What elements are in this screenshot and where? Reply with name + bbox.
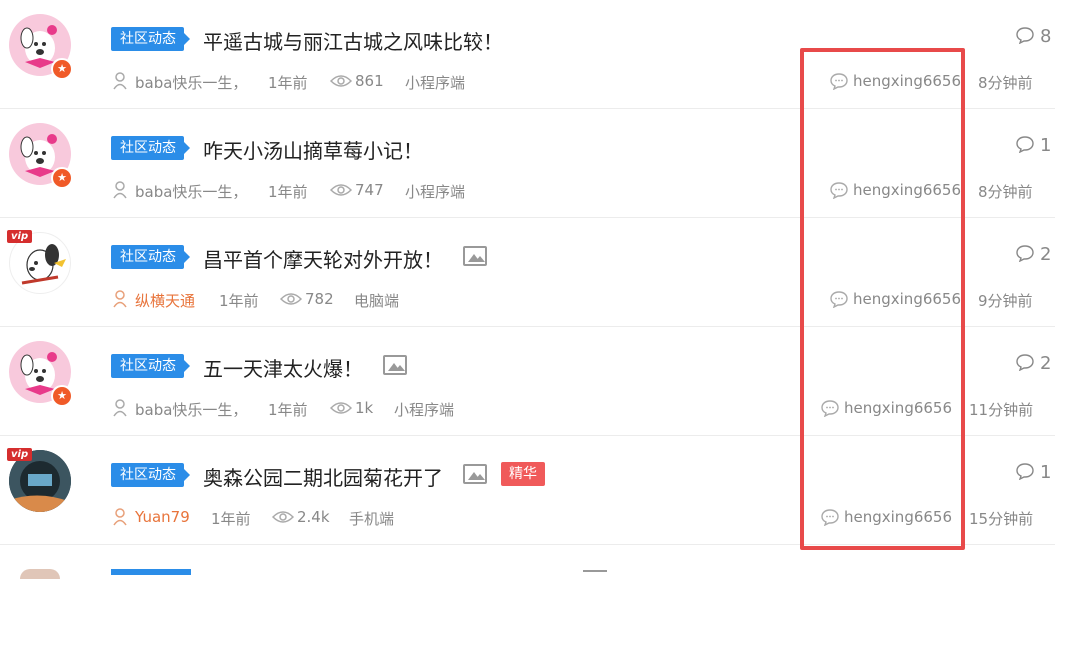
- category-tag[interactable]: 社区动态: [111, 27, 190, 51]
- avatar[interactable]: [20, 569, 60, 579]
- eye-icon: [330, 402, 352, 414]
- user-icon: [113, 290, 127, 308]
- view-count: 782: [305, 290, 334, 308]
- image-icon: [463, 464, 487, 484]
- reply-count: 1: [1040, 135, 1052, 156]
- reply-count-icon: [1016, 245, 1034, 262]
- image-icon: [463, 246, 487, 266]
- topic-title[interactable]: 五一天津太火爆！: [203, 353, 363, 382]
- eye-icon: [280, 293, 302, 305]
- author-name[interactable]: Yuan79: [135, 508, 190, 526]
- post-time: 1年前: [211, 510, 251, 528]
- level-badge-icon: ★: [51, 58, 73, 80]
- view-count: 861: [355, 72, 384, 90]
- level-badge-icon: ★: [51, 385, 73, 407]
- reply-count-icon: [1016, 463, 1034, 480]
- last-reply-time: 8分钟前: [978, 74, 1033, 92]
- post-time: 1年前: [219, 292, 259, 310]
- reply-count: 1: [1040, 462, 1052, 483]
- view-count: 747: [355, 181, 384, 199]
- reply-count-icon: [1016, 136, 1034, 153]
- last-reply-time: 8分钟前: [978, 183, 1033, 201]
- post-time: 1年前: [268, 183, 308, 201]
- category-tag[interactable]: 社区动态: [111, 136, 190, 160]
- view-count: 2.4k: [297, 508, 330, 526]
- reply-count: 2: [1040, 244, 1052, 265]
- image-icon: [383, 355, 407, 375]
- user-icon: [113, 72, 127, 90]
- avatar[interactable]: ★: [9, 341, 73, 407]
- vip-badge: vip: [7, 230, 33, 243]
- view-count: 1k: [355, 399, 374, 417]
- category-tag[interactable]: 社区动态: [111, 245, 190, 269]
- reply-count-icon: [1016, 354, 1034, 371]
- avatar[interactable]: ★: [9, 14, 73, 80]
- category-tag[interactable]: 社区动态: [111, 354, 190, 378]
- highlight-box: [800, 48, 965, 550]
- category-tag[interactable]: [111, 569, 191, 575]
- post-source: 小程序端: [394, 401, 455, 419]
- user-icon: [113, 508, 127, 526]
- eye-icon: [272, 511, 294, 523]
- author-name[interactable]: baba快乐一生，: [135, 399, 247, 420]
- eye-icon: [330, 75, 352, 87]
- vip-badge: vip: [7, 448, 33, 461]
- avatar[interactable]: ★: [9, 123, 73, 189]
- post-source: 电脑端: [354, 292, 400, 310]
- last-reply-time: 11分钟前: [969, 401, 1034, 419]
- last-reply-time: 9分钟前: [978, 292, 1033, 310]
- author-name[interactable]: baba快乐一生，: [135, 72, 247, 93]
- user-icon: [113, 399, 127, 417]
- author-name[interactable]: 纵横天通: [135, 290, 195, 311]
- reply-count: 8: [1040, 26, 1052, 47]
- topic-title[interactable]: 平遥古城与丽江古城之风味比较！: [203, 26, 503, 55]
- topic-title[interactable]: 咋天小汤山摘草莓小记！: [203, 135, 423, 164]
- essence-badge: 精华: [501, 462, 545, 486]
- post-time: 1年前: [268, 74, 308, 92]
- eye-icon: [330, 184, 352, 196]
- level-badge-icon: ★: [51, 167, 73, 189]
- avatar[interactable]: vip: [7, 448, 71, 512]
- reply-count-icon: [1016, 27, 1034, 44]
- post-source: 小程序端: [405, 74, 466, 92]
- avatar[interactable]: vip: [7, 230, 71, 294]
- topic-title[interactable]: 奥森公园二期北园菊花开了: [203, 462, 443, 491]
- post-source: 手机端: [349, 510, 395, 528]
- last-reply-time: 15分钟前: [969, 510, 1034, 528]
- post-source: 小程序端: [405, 183, 466, 201]
- topic-row-partial[interactable]: [0, 545, 1055, 653]
- topic-title[interactable]: 昌平首个摩天轮对外开放！: [203, 244, 443, 273]
- author-name[interactable]: baba快乐一生，: [135, 181, 247, 202]
- reply-count: 2: [1040, 353, 1052, 374]
- post-time: 1年前: [268, 401, 308, 419]
- category-tag[interactable]: 社区动态: [111, 463, 190, 487]
- user-icon: [113, 181, 127, 199]
